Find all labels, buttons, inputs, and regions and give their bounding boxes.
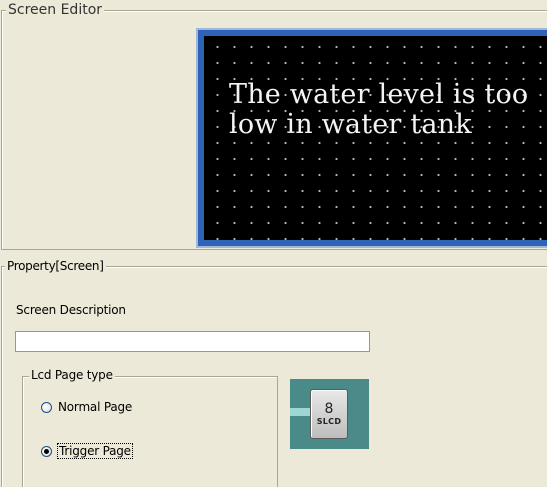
property-legend: Property[Screen] [5,259,106,273]
trigger-page-label: Trigger Page [57,443,133,459]
screen-description-label: Screen Description [16,303,126,317]
screen-editor-legend: Screen Editor [6,2,105,18]
normal-page-label: Normal Page [58,400,133,414]
lcd-preview-frame[interactable]: The water level is too low in water tank [196,28,547,248]
slcd-device-icon[interactable]: 8 SLCD [290,379,369,449]
lcd-preview-screen[interactable]: The water level is too low in water tank [204,36,547,240]
lcd-page-type-legend: Lcd Page type [29,368,115,382]
slcd-chip-label: SLCD [316,417,342,426]
connector-icon [290,408,310,416]
normal-page-radio-option[interactable]: Normal Page [41,400,132,414]
slcd-chip-number: 8 [324,401,334,417]
lcd-preview-text: The water level is too low in water tank [229,79,529,140]
trigger-page-radio[interactable] [41,445,52,457]
normal-page-radio[interactable] [41,401,52,413]
screen-description-input[interactable] [15,331,370,352]
slcd-chip-icon: 8 SLCD [310,389,348,439]
trigger-page-radio-option[interactable]: Trigger Page [41,443,133,459]
lcd-page-type-group: Lcd Page type [22,368,278,487]
